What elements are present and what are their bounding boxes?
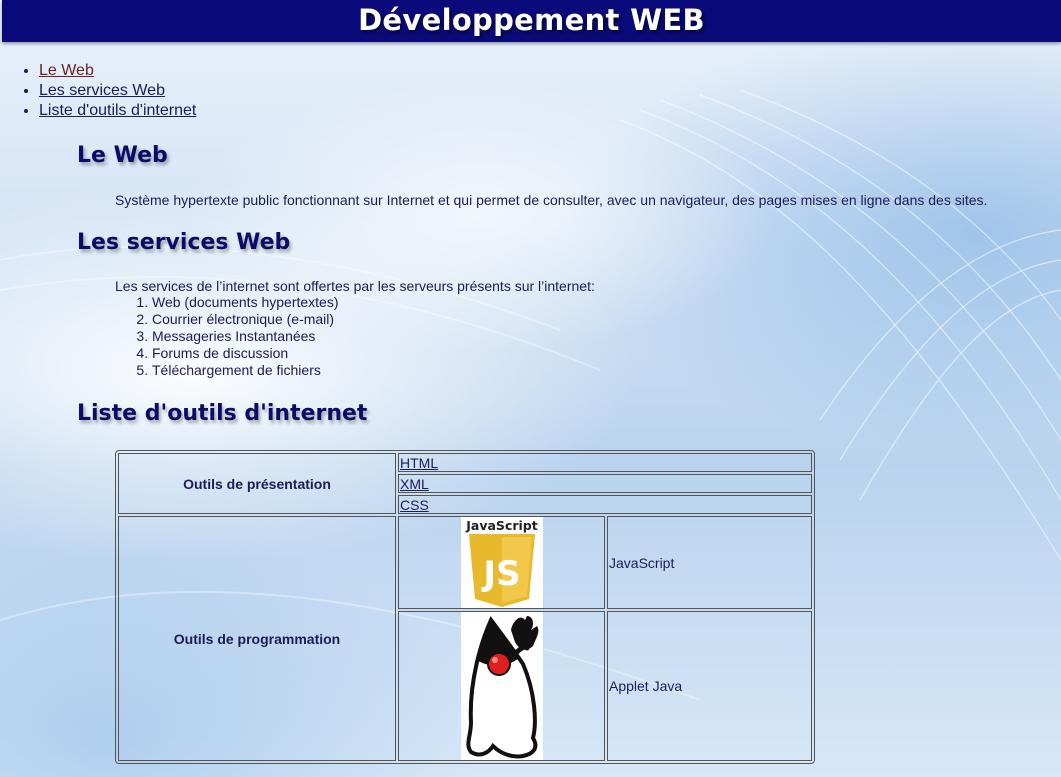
link-cell-xml: XML: [398, 474, 812, 493]
services-list-item: Forums de discussion: [152, 345, 339, 362]
tools-table: Outils de présentation HTML XML CSS Outi…: [115, 450, 815, 764]
section-heading-outils-internet: Liste d'outils d'internet: [77, 401, 368, 426]
js-logo-title: JavaScript: [465, 518, 537, 533]
link-cell-css: CSS: [398, 495, 812, 514]
javascript-logo-icon: JavaScript JS: [460, 517, 543, 608]
web-definition-text: Système hypertexte public fonctionnant s…: [115, 192, 988, 208]
section-heading-le-web: Le Web: [77, 143, 168, 168]
table-row: Outils de programmation JavaScript JS Ja…: [118, 516, 812, 761]
nav-link-le-web[interactable]: Le Web: [39, 62, 94, 79]
table-row: Outils de présentation HTML: [118, 453, 812, 514]
services-list: Web (documents hypertextes) Courrier éle…: [115, 294, 339, 379]
services-intro-text: Les services de l’internet sont offertes…: [115, 278, 595, 294]
language-name-applet-java: Applet Java: [607, 611, 812, 761]
language-name-javascript: JavaScript: [607, 516, 812, 609]
link-html[interactable]: HTML: [400, 455, 438, 471]
category-programmation: Outils de programmation: [118, 516, 396, 761]
nav-list: Le Web Les services Web Liste d'outils d…: [21, 61, 196, 121]
nav-link-services-web[interactable]: Les services Web: [39, 82, 165, 99]
services-list-item: Messageries Instantanées: [152, 328, 339, 345]
link-xml[interactable]: XML: [400, 476, 429, 492]
nav-link-outils-internet[interactable]: Liste d'outils d'internet: [39, 102, 196, 119]
link-cell-html: HTML: [398, 453, 812, 472]
js-logo-badge: JS: [481, 554, 520, 594]
services-list-item: Web (documents hypertextes): [152, 294, 339, 311]
section-heading-services-web: Les services Web: [77, 230, 291, 255]
nav-item-services-web: Les services Web: [39, 81, 196, 101]
services-list-item: Courrier électronique (e-mail): [152, 311, 339, 328]
page-title: Développement WEB: [358, 3, 705, 37]
java-duke-cell: [398, 611, 605, 761]
services-list-item: Téléchargement de fichiers: [152, 362, 339, 379]
javascript-logo-cell: JavaScript JS: [398, 516, 605, 609]
link-css[interactable]: CSS: [400, 497, 429, 513]
java-duke-mascot-icon: [460, 612, 543, 760]
category-presentation: Outils de présentation: [118, 453, 396, 514]
nav-item-outils-internet: Liste d'outils d'internet: [39, 101, 196, 121]
page-header: Développement WEB: [2, 0, 1061, 42]
nav-item-le-web: Le Web: [39, 61, 196, 81]
